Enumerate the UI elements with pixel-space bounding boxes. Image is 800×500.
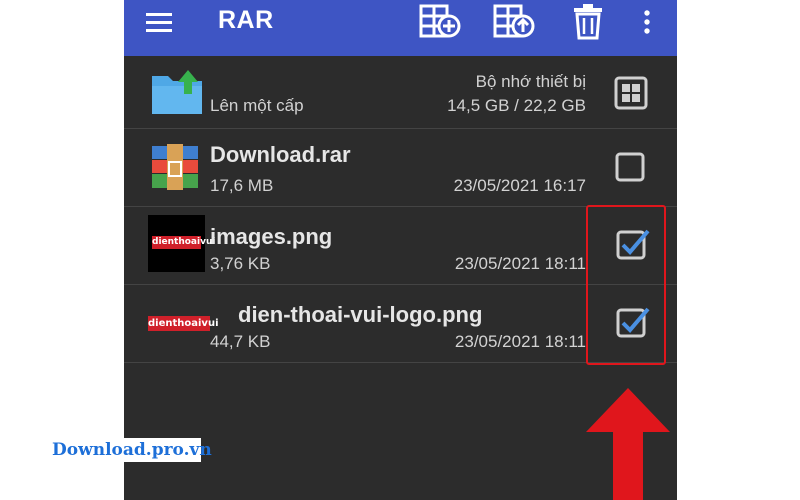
app-title: RAR <box>218 6 274 34</box>
file-name: dien-thoai-vui-logo.png <box>238 302 483 327</box>
delete-icon[interactable] <box>572 2 604 42</box>
winrar-archive-icon <box>152 144 198 190</box>
more-vert-icon[interactable] <box>641 2 653 42</box>
archive-add-icon[interactable] <box>418 2 464 42</box>
extract-icon[interactable] <box>492 2 538 42</box>
logo-badge-text: dienthoaivui <box>152 236 216 249</box>
grid-view-icon[interactable] <box>614 76 648 110</box>
storage-usage: 14,5 GB / 22,2 GB <box>447 96 586 115</box>
annotation-arrow-up-icon <box>586 388 670 500</box>
up-level-label: Lên một cấp <box>210 96 304 115</box>
hamburger-menu-icon[interactable] <box>146 12 176 32</box>
storage-device-label: Bộ nhớ thiết bị <box>475 72 586 91</box>
file-size: 17,6 MB <box>210 176 274 195</box>
image-thumbnail: dienthoaivui <box>148 215 216 272</box>
file-size: 44,7 KB <box>210 332 271 351</box>
list-item-download-rar[interactable]: Download.rar 17,6 MB 23/05/2021 16:17 <box>124 128 677 207</box>
annotation-highlight-box <box>586 205 666 365</box>
file-size: 3,76 KB <box>210 254 271 273</box>
file-name: Download.rar <box>210 142 351 167</box>
folder-up-icon <box>152 70 202 114</box>
screenshot-stage: RAR Lên một cấp Bộ nhớ thiết bị 14,5 GB … <box>0 0 800 500</box>
logo-badge-text: dienthoaivui <box>148 316 219 331</box>
watermark-label: Download.pro.vn <box>52 438 212 462</box>
file-name: images.png <box>210 224 333 249</box>
file-date: 23/05/2021 18:11 <box>454 254 586 273</box>
file-date: 23/05/2021 18:11 <box>454 332 586 351</box>
file-date: 23/05/2021 16:17 <box>453 176 586 195</box>
list-item-parent-folder[interactable]: Lên một cấp Bộ nhớ thiết bị 14,5 GB / 22… <box>124 56 677 129</box>
app-bar: RAR <box>124 0 677 56</box>
checkbox-unchecked[interactable] <box>615 152 645 182</box>
